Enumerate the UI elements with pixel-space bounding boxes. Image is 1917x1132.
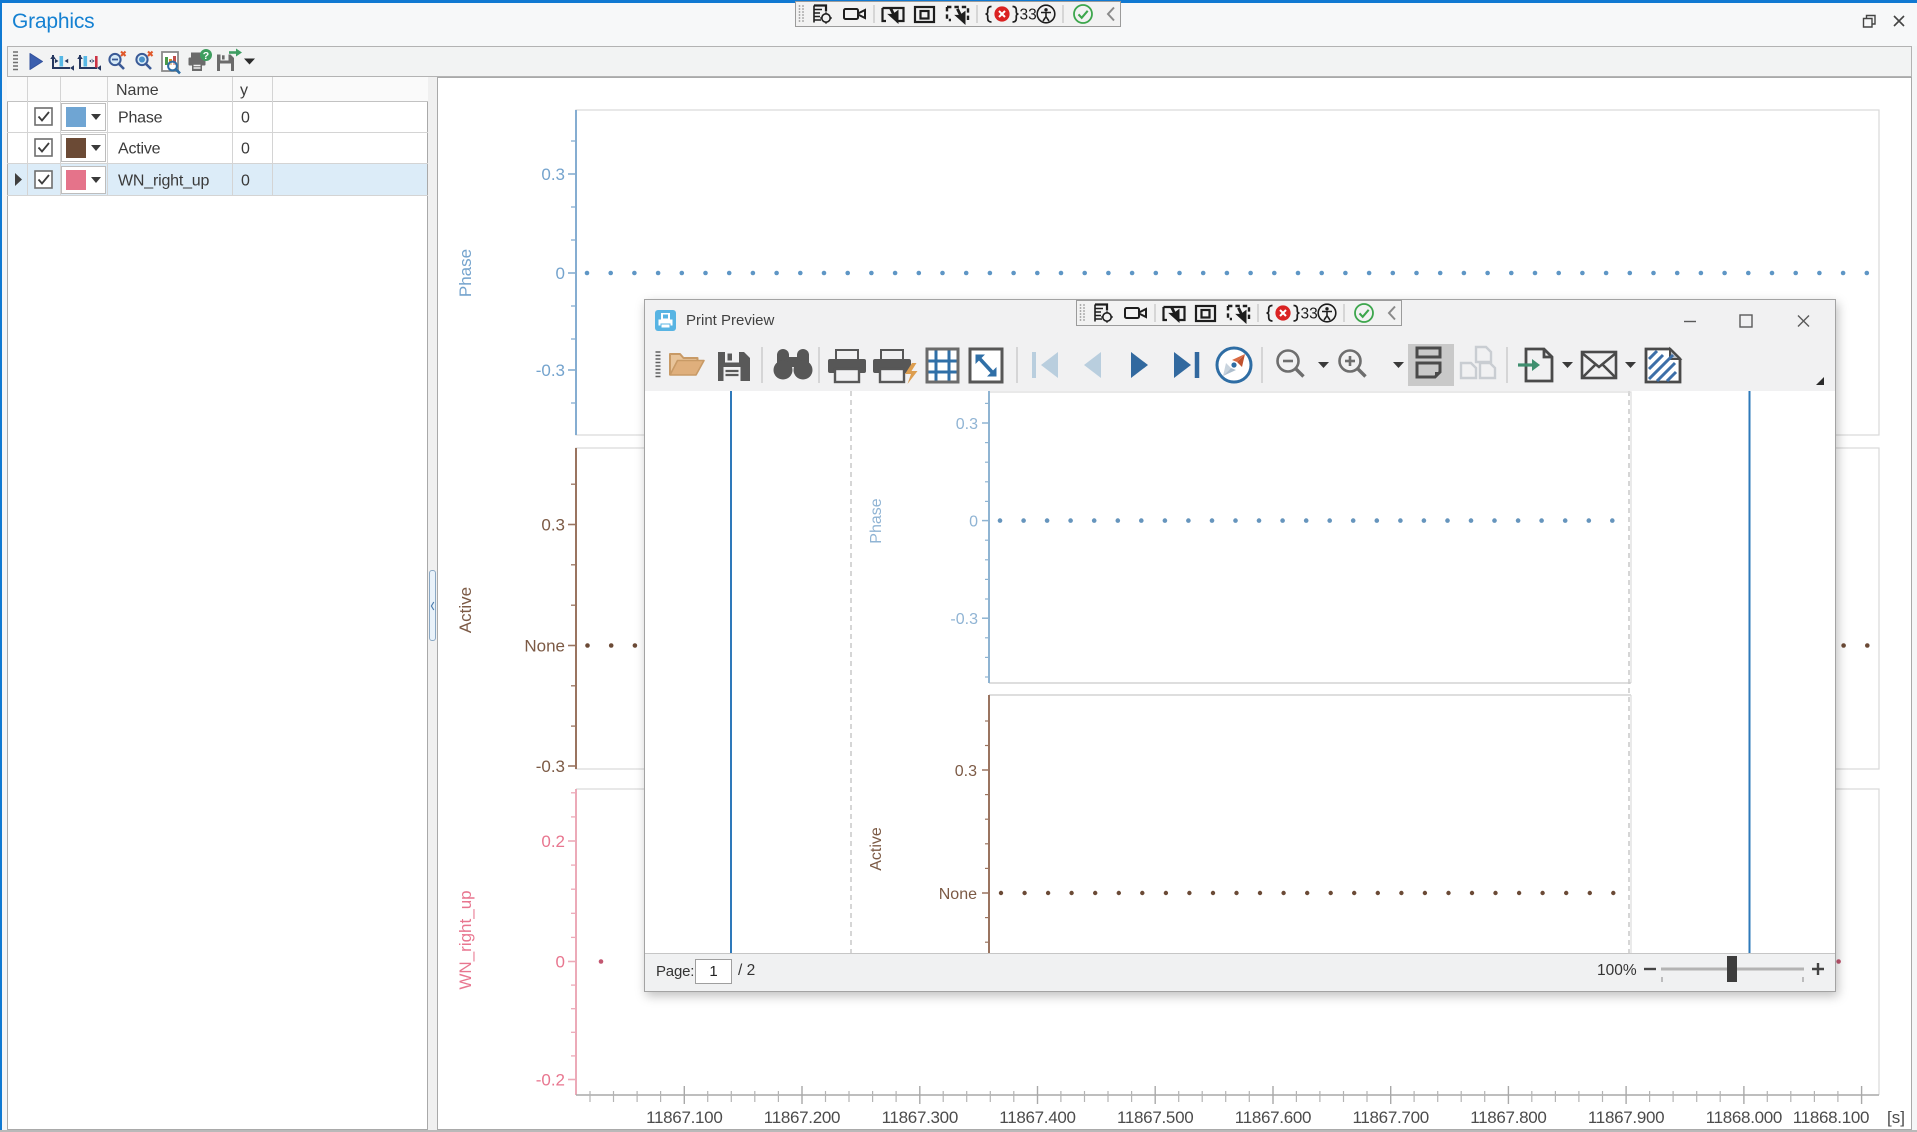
svg-text:11867.100: 11867.100 bbox=[646, 1108, 722, 1127]
svg-text:-0.2: -0.2 bbox=[536, 1071, 565, 1090]
svg-text:[s]: [s] bbox=[1887, 1108, 1905, 1127]
svg-text:11867.500: 11867.500 bbox=[1117, 1108, 1193, 1127]
svg-text:0: 0 bbox=[241, 173, 250, 190]
svg-text:0: 0 bbox=[241, 110, 250, 127]
svg-text:11867.300: 11867.300 bbox=[882, 1108, 958, 1127]
svg-text:Active: Active bbox=[868, 827, 885, 871]
svg-text:Phase: Phase bbox=[118, 110, 163, 127]
svg-text:y: y bbox=[240, 82, 248, 99]
svg-text:11867.200: 11867.200 bbox=[764, 1108, 840, 1127]
svg-text:0: 0 bbox=[969, 514, 978, 531]
svg-text:None: None bbox=[524, 637, 565, 656]
svg-text:Phase: Phase bbox=[456, 249, 475, 297]
svg-text:Active: Active bbox=[456, 587, 475, 633]
svg-text:11868.000: 11868.000 bbox=[1706, 1108, 1782, 1127]
svg-text:0.2: 0.2 bbox=[541, 832, 565, 851]
svg-text:-0.3: -0.3 bbox=[950, 611, 978, 628]
svg-text:?: ? bbox=[203, 50, 209, 62]
svg-text:WN_right_up: WN_right_up bbox=[118, 173, 209, 190]
svg-text:11867.800: 11867.800 bbox=[1470, 1108, 1546, 1127]
svg-text:0: 0 bbox=[556, 953, 565, 972]
svg-text:Phase: Phase bbox=[868, 498, 885, 543]
svg-text:0.3: 0.3 bbox=[955, 763, 977, 780]
svg-text:0: 0 bbox=[241, 141, 250, 158]
svg-text:None: None bbox=[939, 886, 977, 903]
svg-text:-0.3: -0.3 bbox=[536, 757, 565, 776]
svg-text:11867.400: 11867.400 bbox=[999, 1108, 1075, 1127]
svg-text:Name: Name bbox=[116, 82, 159, 99]
svg-text:11867.900: 11867.900 bbox=[1588, 1108, 1664, 1127]
svg-text:WN_right_up: WN_right_up bbox=[456, 890, 475, 989]
svg-text:Active: Active bbox=[118, 141, 161, 158]
svg-text:0: 0 bbox=[556, 264, 565, 283]
svg-text:11867.700: 11867.700 bbox=[1352, 1108, 1428, 1127]
svg-text:0.3: 0.3 bbox=[541, 516, 565, 535]
svg-text:33: 33 bbox=[1020, 7, 1037, 24]
svg-text:11868.100: 11868.100 bbox=[1793, 1108, 1869, 1127]
svg-text:0.3: 0.3 bbox=[541, 165, 565, 184]
svg-text:-0.3: -0.3 bbox=[536, 361, 565, 380]
svg-text:0.3: 0.3 bbox=[956, 416, 978, 433]
svg-text:11867.600: 11867.600 bbox=[1235, 1108, 1311, 1127]
